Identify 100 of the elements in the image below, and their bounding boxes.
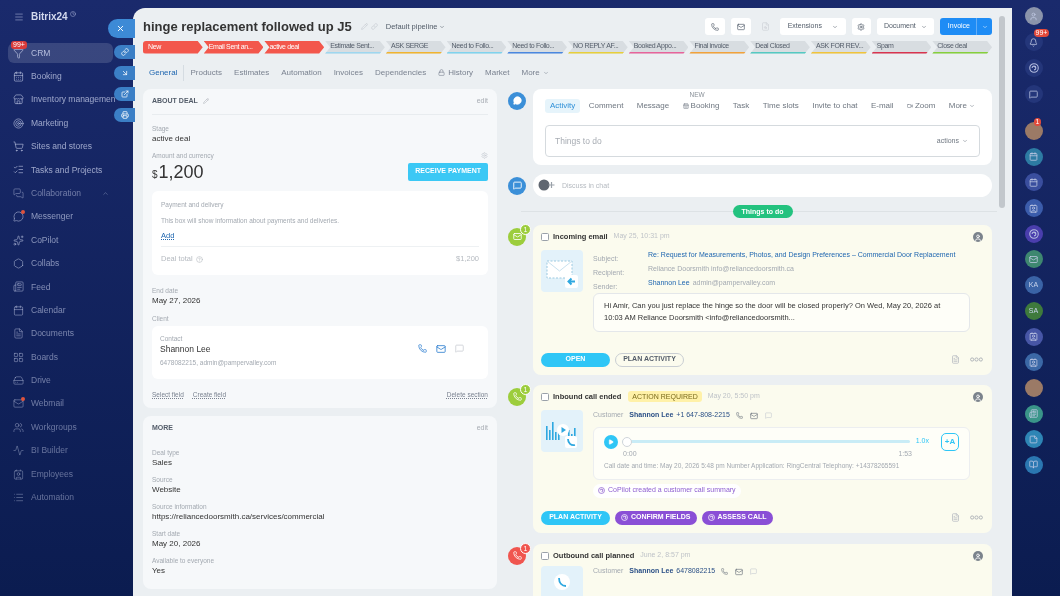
email-button[interactable] <box>730 18 751 35</box>
menu-icon[interactable] <box>14 12 24 22</box>
avatar-placeholder[interactable] <box>1024 378 1043 397</box>
sidebar-item[interactable]: Boards <box>8 347 113 368</box>
book-icon[interactable] <box>1024 455 1043 474</box>
sidebar-item[interactable]: Automation <box>8 487 113 508</box>
document-icon[interactable] <box>951 513 960 522</box>
sidebar-item[interactable]: Feed <box>8 276 113 297</box>
checkbox[interactable] <box>541 551 549 560</box>
composer-tab[interactable]: Task <box>727 98 755 113</box>
deal-amount: $1,200 <box>152 162 204 181</box>
close-button[interactable] <box>108 19 135 38</box>
swirl-icon[interactable] <box>1024 224 1043 243</box>
tab[interactable]: Market <box>479 64 516 81</box>
call-button[interactable] <box>704 18 725 35</box>
calendar-icon <box>13 70 24 82</box>
sidebar-item[interactable]: Employees <box>8 464 113 485</box>
tab[interactable]: History <box>432 64 480 81</box>
sidebar-item[interactable]: Collabs <box>8 253 113 274</box>
composer-tab[interactable]: Booking <box>677 98 725 113</box>
sidebar-item[interactable]: Sites and stores <box>8 136 113 157</box>
more-icon[interactable] <box>970 357 983 362</box>
tab[interactable]: More <box>515 64 555 81</box>
composer-tab[interactable]: Activity <box>545 98 581 113</box>
user-avatar-icon[interactable] <box>973 391 983 402</box>
user-avatar-icon[interactable] <box>973 231 983 242</box>
avatar-placeholder[interactable] <box>1024 122 1043 140</box>
document-icon[interactable] <box>951 355 960 364</box>
sidebar-item[interactable]: Collaboration <box>8 183 113 204</box>
field-value: Yes <box>152 564 166 577</box>
scrollbar[interactable] <box>999 16 1005 208</box>
checkbox[interactable] <box>541 232 549 241</box>
sidebar-item[interactable]: Webmail <box>8 393 113 414</box>
contact-card-icon[interactable] <box>1024 327 1043 346</box>
pulse-icon <box>13 445 24 457</box>
tab[interactable]: Automation <box>275 64 328 81</box>
caret-icon <box>920 23 927 30</box>
gear-icon[interactable] <box>481 151 488 159</box>
cart-icon <box>13 141 24 153</box>
chat-icon[interactable] <box>1024 85 1043 103</box>
sidebar-item[interactable]: Workgroups <box>8 417 113 438</box>
newspaper-icon[interactable] <box>1024 404 1043 423</box>
composer-tab[interactable]: Invite to chat <box>807 98 863 113</box>
print-button[interactable] <box>114 108 135 122</box>
tab[interactable]: Products <box>184 64 229 81</box>
new-window-button[interactable] <box>114 87 135 101</box>
bell-icon[interactable] <box>1024 33 1043 51</box>
sidebar-item[interactable]: Booking <box>8 66 113 87</box>
swirl-icon <box>707 514 715 521</box>
settings-button[interactable] <box>851 18 871 35</box>
sparkles-icon <box>13 234 24 246</box>
sidebar-item[interactable]: BI Builder <box>8 440 113 461</box>
contact-card-icon[interactable] <box>1024 353 1043 372</box>
phone-icon <box>710 22 719 31</box>
sidebar-item[interactable]: Messenger <box>8 206 113 227</box>
phone-drawing <box>541 565 583 596</box>
checkbox[interactable] <box>541 392 549 401</box>
user-avatar-icon[interactable] <box>1024 7 1043 25</box>
sidebar-item[interactable]: CoPilot <box>8 230 113 251</box>
link-button[interactable] <box>114 45 135 59</box>
phone-icon[interactable] <box>721 568 729 575</box>
play-button[interactable] <box>604 434 618 449</box>
composer-tab[interactable]: Comment <box>583 98 629 113</box>
tab[interactable]: Dependencies <box>369 64 433 81</box>
phone-icon[interactable] <box>735 412 743 419</box>
sidebar-item[interactable]: Calendar <box>8 300 113 321</box>
composer-tab[interactable]: More <box>943 98 980 113</box>
minimize-button[interactable] <box>114 66 135 80</box>
invoice-menu-button[interactable] <box>976 18 992 35</box>
tab[interactable]: Invoices <box>327 64 369 81</box>
sidebar-item[interactable]: Inventory managemen <box>8 89 113 110</box>
composer-tab[interactable]: Time slots <box>757 98 804 113</box>
sidebar-item[interactable]: Drive <box>8 370 113 391</box>
slider-thumb[interactable] <box>622 436 632 447</box>
user-avatar-icon[interactable] <box>973 550 983 561</box>
calendar-icon[interactable] <box>1024 147 1043 166</box>
field-value: https://reliancedoorsmith.ca/services/commercial <box>152 510 325 523</box>
note-icon[interactable] <box>1024 430 1043 449</box>
play-icon <box>608 438 614 445</box>
tab[interactable]: General <box>143 64 185 81</box>
contact-card-icon[interactable] <box>1024 199 1043 218</box>
swirl-icon[interactable] <box>1024 59 1043 77</box>
tab[interactable]: Estimates <box>228 64 276 81</box>
mail-icon[interactable] <box>1024 250 1043 269</box>
phone-icon[interactable] <box>418 344 427 353</box>
phone-icon <box>508 546 526 565</box>
composer-tab[interactable]: Zoom <box>901 98 941 113</box>
logo-text: Bitrix24 <box>31 12 68 22</box>
calendar-icon[interactable] <box>1024 173 1043 192</box>
sidebar-item[interactable]: Marketing <box>8 113 113 134</box>
sidebar-item[interactable]: Tasks and Projects <box>8 159 113 180</box>
add-member-icon[interactable] <box>538 179 556 191</box>
store-icon <box>13 94 24 106</box>
more-icon[interactable] <box>970 515 983 520</box>
sidebar-item[interactable]: Documents <box>8 323 113 344</box>
composer-tab[interactable]: E-mail <box>865 98 899 113</box>
composer-tab[interactable]: Message <box>631 98 675 113</box>
help-icon[interactable] <box>195 255 203 263</box>
audio-progress-track[interactable] <box>622 436 910 447</box>
pencil-icon[interactable] <box>202 98 209 104</box>
